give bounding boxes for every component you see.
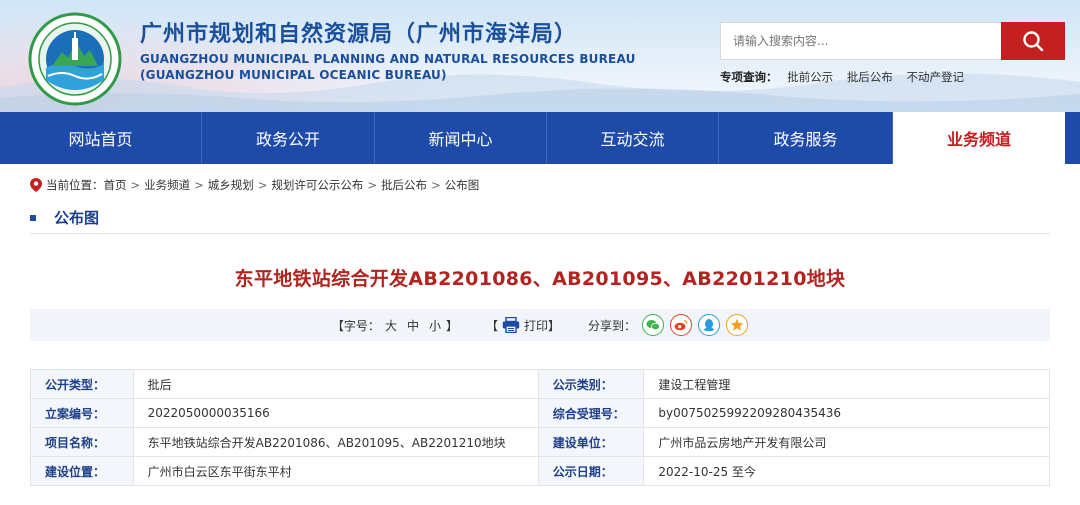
nav-item-government-affairs[interactable]: 政务公开 bbox=[202, 112, 375, 164]
breadcrumb-separator: > bbox=[431, 178, 441, 192]
quick-search-label: 专项查询： bbox=[720, 70, 778, 84]
qzone-share-icon[interactable] bbox=[726, 314, 749, 336]
share-group: 分享到： bbox=[588, 314, 749, 336]
font-size-end: 】 bbox=[445, 318, 458, 333]
breadcrumb-published-map[interactable]: 公布图 bbox=[445, 177, 480, 193]
breadcrumb-prefix: 当前位置： bbox=[46, 178, 104, 192]
info-value: 批后 bbox=[132, 369, 539, 399]
breadcrumb-separator: > bbox=[257, 178, 268, 192]
print-button[interactable]: 【 打印 】 bbox=[486, 317, 560, 334]
info-value: 建设工程管理 bbox=[643, 369, 1050, 399]
site-subtitle-english: GUANGZHOU MUNICIPAL PLANNING AND NATURAL… bbox=[140, 52, 636, 66]
table-row: 项目名称： 东平地铁站综合开发AB2201086、AB201095、AB2201… bbox=[30, 427, 1050, 457]
quick-link-post-approval[interactable]: 批后公布 bbox=[847, 70, 893, 84]
print-bracket-close: 】 bbox=[548, 318, 561, 333]
site-header: 广州市规划和自然资源局（广州市海洋局） GUANGZHOU MUNICIPAL … bbox=[0, 0, 1080, 112]
breadcrumb-permit-notices[interactable]: 规划许可公示公布 bbox=[271, 177, 363, 193]
article-toolbar: 【字号： 大 中 小 】 【 打印 】 分享到： bbox=[30, 309, 1050, 341]
table-row: 立案编号： 2022050000035166 综合受理号： by00750259… bbox=[30, 398, 1050, 428]
quick-link-real-estate[interactable]: 不动产登记 bbox=[906, 70, 964, 84]
section-title: 公布图 bbox=[30, 207, 99, 228]
location-pin-icon bbox=[30, 178, 42, 192]
font-size-small[interactable]: 小 bbox=[429, 317, 441, 334]
info-value: 广州市白云区东平街东平村 bbox=[132, 456, 539, 486]
search-input[interactable] bbox=[720, 22, 1001, 60]
font-size-large[interactable]: 大 bbox=[385, 317, 397, 334]
qq-share-icon[interactable] bbox=[698, 314, 721, 336]
wechat-share-icon[interactable] bbox=[642, 314, 665, 336]
search-icon bbox=[1023, 31, 1044, 52]
share-label: 分享到： bbox=[588, 318, 637, 333]
breadcrumb: 当前位置： 首页 > 业务频道 > 城乡规划 > 规划许可公示公布 > 批后公布… bbox=[30, 177, 479, 193]
table-row: 建设位置： 广州市白云区东平街东平村 公示日期： 2022-10-25 至今 bbox=[30, 456, 1050, 486]
info-key: 公示日期： bbox=[537, 456, 645, 486]
info-value: 2022050000035166 bbox=[132, 398, 539, 428]
breadcrumb-post-approval[interactable]: 批后公布 bbox=[381, 177, 427, 193]
quick-search-links: 专项查询： 批前公示 批后公布 不动产登记 bbox=[720, 69, 974, 85]
info-key: 立案编号： bbox=[30, 398, 134, 428]
font-size-label: 【字号： bbox=[331, 318, 380, 333]
font-size-medium[interactable]: 中 bbox=[407, 317, 419, 334]
info-value: 东平地铁站综合开发AB2201086、AB201095、AB2201210地块 bbox=[132, 427, 539, 457]
breadcrumb-separator: > bbox=[130, 178, 141, 192]
section-bullet-icon bbox=[30, 214, 36, 221]
info-value: 2022-10-25 至今 bbox=[643, 456, 1050, 486]
info-key: 公示类别： bbox=[537, 369, 645, 399]
nav-item-business[interactable]: 业务频道 bbox=[893, 112, 1065, 164]
font-size-group: 【字号： 大 中 小 】 bbox=[332, 317, 458, 334]
print-bracket-open: 【 bbox=[486, 318, 499, 333]
info-key: 项目名称： bbox=[30, 427, 134, 457]
nav-item-interaction[interactable]: 互动交流 bbox=[547, 112, 719, 164]
breadcrumb-separator: > bbox=[194, 178, 204, 192]
print-label: 打印 bbox=[524, 318, 549, 333]
info-key: 建设单位： bbox=[537, 427, 645, 457]
site-title: 广州市规划和自然资源局（广州市海洋局） bbox=[140, 22, 578, 47]
search-button[interactable] bbox=[1001, 22, 1065, 60]
breadcrumb-urban-planning[interactable]: 城乡规划 bbox=[208, 177, 254, 193]
breadcrumb-separator: > bbox=[367, 178, 378, 192]
nav-item-news[interactable]: 新闻中心 bbox=[375, 112, 547, 164]
weibo-share-icon[interactable] bbox=[670, 314, 693, 336]
info-key: 建设位置： bbox=[30, 456, 134, 486]
quick-link-pre-approval[interactable]: 批前公示 bbox=[787, 70, 833, 84]
article-title: 东平地铁站综合开发AB2201086、AB201095、AB2201210地块 bbox=[234, 268, 846, 290]
notice-info-table: 公开类型： 批后 公示类别： 建设工程管理 立案编号： 202205000003… bbox=[30, 369, 1050, 486]
divider bbox=[30, 233, 1050, 234]
info-value: 广州市品云房地产开发有限公司 bbox=[643, 427, 1050, 457]
printer-icon bbox=[502, 317, 520, 333]
bureau-logo[interactable] bbox=[28, 12, 122, 106]
breadcrumb-home[interactable]: 首页 bbox=[104, 177, 127, 193]
info-key: 综合受理号： bbox=[537, 398, 645, 428]
section-title-text: 公布图 bbox=[54, 209, 100, 227]
breadcrumb-business[interactable]: 业务频道 bbox=[144, 177, 190, 193]
info-key: 公开类型： bbox=[30, 369, 134, 399]
table-row: 公开类型： 批后 公示类别： 建设工程管理 bbox=[30, 369, 1050, 399]
site-subtitle-english-2: (GUANGZHOU MUNICIPAL OCEANIC BUREAU) bbox=[140, 68, 447, 82]
nav-item-services[interactable]: 政务服务 bbox=[719, 112, 893, 164]
nav-item-home[interactable]: 网站首页 bbox=[0, 112, 202, 164]
main-nav: 网站首页 政务公开 新闻中心 互动交流 政务服务 业务频道 bbox=[0, 112, 1080, 164]
info-value: by0075025992209280435436 bbox=[643, 398, 1050, 428]
